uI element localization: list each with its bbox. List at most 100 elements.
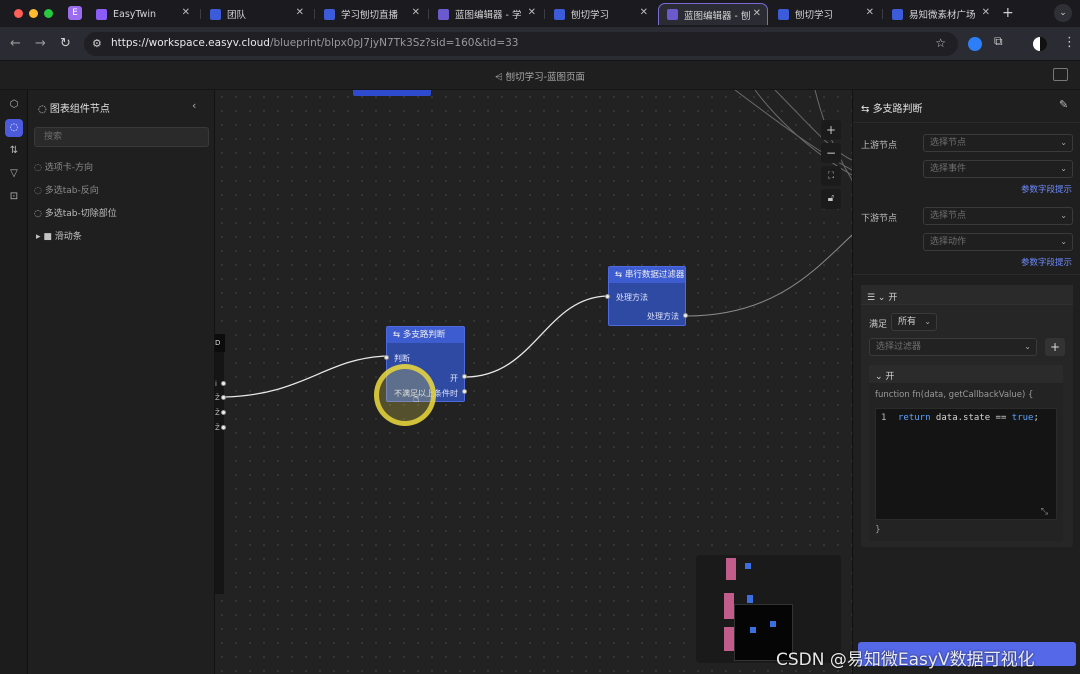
node-output-port-on[interactable]: 开 xyxy=(450,373,458,384)
port-dot[interactable] xyxy=(221,395,226,400)
close-icon[interactable]: ✕ xyxy=(412,7,420,18)
close-icon[interactable]: ✕ xyxy=(182,7,190,18)
cube-icon xyxy=(667,9,678,20)
profile-avatar[interactable] xyxy=(1033,37,1047,51)
minimize-window-button[interactable] xyxy=(29,9,38,18)
tab-blueprint-1[interactable]: 蓝图编辑器 - 学 ✕ xyxy=(430,3,542,25)
param-hint-link[interactable]: 参数字段提示 xyxy=(1021,256,1072,268)
forward-icon[interactable]: → xyxy=(35,36,46,51)
component-cube-icon[interactable]: ⬡ xyxy=(5,96,23,114)
upstream-event-select[interactable]: 选择事件 ⌄ xyxy=(923,160,1073,178)
downstream-action-select[interactable]: 选择动作 ⌄ xyxy=(923,233,1073,251)
site-settings-icon[interactable]: ⚙ xyxy=(92,37,102,50)
code-editor[interactable]: 1 return data.state == true; ⤡ xyxy=(875,408,1057,520)
maximize-window-button[interactable] xyxy=(44,9,53,18)
more-icon[interactable]: ⋮ xyxy=(1063,35,1076,50)
panel-title: ◌ 图表组件节点 xyxy=(38,104,110,115)
tab-team[interactable]: 团队 ✕ xyxy=(202,3,310,25)
logic-icon[interactable]: ⇅ xyxy=(5,142,23,160)
node-title: ⇆ 多支路判断 xyxy=(387,327,464,343)
search-input[interactable]: 搜索 xyxy=(34,127,209,147)
list-item[interactable]: ◌ 选项卡-方向 xyxy=(34,160,93,173)
tab-group-icon[interactable]: E xyxy=(68,6,82,20)
zoom-in-icon[interactable]: + xyxy=(821,120,841,140)
add-filter-button[interactable]: + xyxy=(1045,338,1065,356)
param-hint-link[interactable]: 参数字段提示 xyxy=(1021,183,1072,195)
expand-icon[interactable]: ⤡ xyxy=(1041,507,1048,517)
lock-icon[interactable]: 🔓︎ xyxy=(821,189,841,209)
downstream-node-select[interactable]: 选择节点 ⌄ xyxy=(923,207,1073,225)
upstream-node-select[interactable]: 选择节点 ⌄ xyxy=(923,134,1073,152)
bookmark-star-icon[interactable]: ☆ xyxy=(935,36,946,50)
chart-node-icon[interactable]: ◌ xyxy=(5,119,23,137)
cube-icon xyxy=(96,8,107,20)
close-icon[interactable]: ✕ xyxy=(528,7,536,18)
filter-icon[interactable]: ▽ xyxy=(5,165,23,183)
port-dot[interactable] xyxy=(221,381,226,386)
close-icon[interactable]: ✕ xyxy=(640,7,648,18)
code-line: return data.state == true; xyxy=(898,413,1039,423)
collapse-icon[interactable]: ‹ xyxy=(192,99,196,112)
node-output-port[interactable]: 处理方法 xyxy=(647,311,679,322)
tab-title: 学习刨切直播 xyxy=(341,10,399,21)
app-header: ⩤ 刨切学习-蓝图页面 xyxy=(0,61,1080,90)
back-icon[interactable]: ← xyxy=(10,36,21,51)
close-icon[interactable]: ✕ xyxy=(982,7,990,18)
stub-port: Ž xyxy=(215,409,220,417)
node-input-port[interactable]: 处理方法 xyxy=(616,292,648,303)
tab-title: EasyTwin xyxy=(113,8,157,20)
branch-header[interactable]: ☰ ⌄ 开 xyxy=(861,285,1073,305)
port-dot[interactable] xyxy=(384,355,389,360)
condition-card: ⌄ 开 function fn(data, getCallbackValue) … xyxy=(869,365,1063,541)
global-icon[interactable]: ⊡ xyxy=(5,188,23,206)
filter-select[interactable]: 选择过滤器 ⌄ xyxy=(869,338,1037,356)
list-item[interactable]: ◌ 多选tab-切除部位 xyxy=(34,206,117,219)
chevron-down-icon: ⌄ xyxy=(1024,342,1031,351)
tab-easytwin[interactable]: EasyTwin ✕ xyxy=(88,3,196,25)
tab-search-button[interactable]: ⌄ xyxy=(1054,4,1072,22)
blueprint-canvas[interactable]: D i Ž Ž Ž ⇆ 多支路判断 判断 开 不满足以上条件时 ⇆ 串行数据过滤… xyxy=(215,90,852,674)
close-icon[interactable]: ✕ xyxy=(866,7,874,18)
inspector-panel: ⇆ 多支路判断 ✎ 上游节点 选择节点 ⌄ 选择事件 ⌄ 参数字段提示 下游节点 选… xyxy=(852,90,1080,674)
chevron-down-icon: ⌄ xyxy=(1060,164,1067,173)
close-window-button[interactable] xyxy=(14,9,23,18)
hand-cursor-icon: ☝ xyxy=(413,392,420,405)
offscreen-node[interactable] xyxy=(353,90,431,96)
tab-blueprint-active[interactable]: 蓝图编辑器 - 刨 ✕ xyxy=(658,3,768,25)
port-dot[interactable] xyxy=(221,410,226,415)
port-dot[interactable] xyxy=(683,313,688,318)
reload-icon[interactable]: ↻ xyxy=(60,36,71,51)
tab-study-1[interactable]: 刨切学习 ✕ xyxy=(546,3,654,25)
tab-title: 团队 xyxy=(227,10,247,21)
list-item[interactable]: ◌ 多选tab-反向 xyxy=(34,183,99,196)
canvas-toolbar: + − ⛶ 🔓︎ xyxy=(821,120,841,212)
offscreen-node-stub[interactable] xyxy=(215,334,224,594)
new-tab-button[interactable]: + xyxy=(1002,5,1014,21)
port-dot[interactable] xyxy=(605,294,610,299)
zoom-out-icon[interactable]: − xyxy=(821,143,841,163)
close-icon[interactable]: ✕ xyxy=(753,8,761,19)
url-input[interactable]: ⚙ https://workspace.easyv.cloud/blueprin… xyxy=(84,32,958,56)
preview-icon[interactable] xyxy=(1053,68,1068,81)
port-dot[interactable] xyxy=(221,425,226,430)
cube-icon xyxy=(438,8,449,20)
port-dot[interactable] xyxy=(462,389,467,394)
node-input-port[interactable]: 判断 xyxy=(394,353,410,364)
folder-item[interactable]: ▸ ■ 滑动条 xyxy=(36,229,82,242)
satisfy-select[interactable]: 所有 ⌄ xyxy=(891,313,937,331)
tab-title: 易知微素材广场 xyxy=(909,10,976,21)
line-number: 1 xyxy=(881,413,887,423)
tab-study-2[interactable]: 刨切学习 ✕ xyxy=(770,3,880,25)
serial-filter-node[interactable]: ⇆ 串行数据过滤器 处理方法 处理方法 xyxy=(608,266,686,326)
puzzle-icon[interactable]: ⧉ xyxy=(994,34,1008,48)
condition-header[interactable]: ⌄ 开 xyxy=(869,365,1063,383)
tab-material[interactable]: 易知微素材广场 ✕ xyxy=(884,3,996,25)
port-dot[interactable] xyxy=(462,374,467,379)
inspector-title: ⇆ 多支路判断 xyxy=(861,104,923,115)
easyv-icon xyxy=(778,8,789,20)
close-icon[interactable]: ✕ xyxy=(296,7,304,18)
extension-icon[interactable] xyxy=(968,37,982,51)
edit-icon[interactable]: ✎ xyxy=(1059,98,1068,111)
fit-screen-icon[interactable]: ⛶ xyxy=(821,166,841,186)
tab-live[interactable]: 学习刨切直播 ✕ xyxy=(316,3,426,25)
